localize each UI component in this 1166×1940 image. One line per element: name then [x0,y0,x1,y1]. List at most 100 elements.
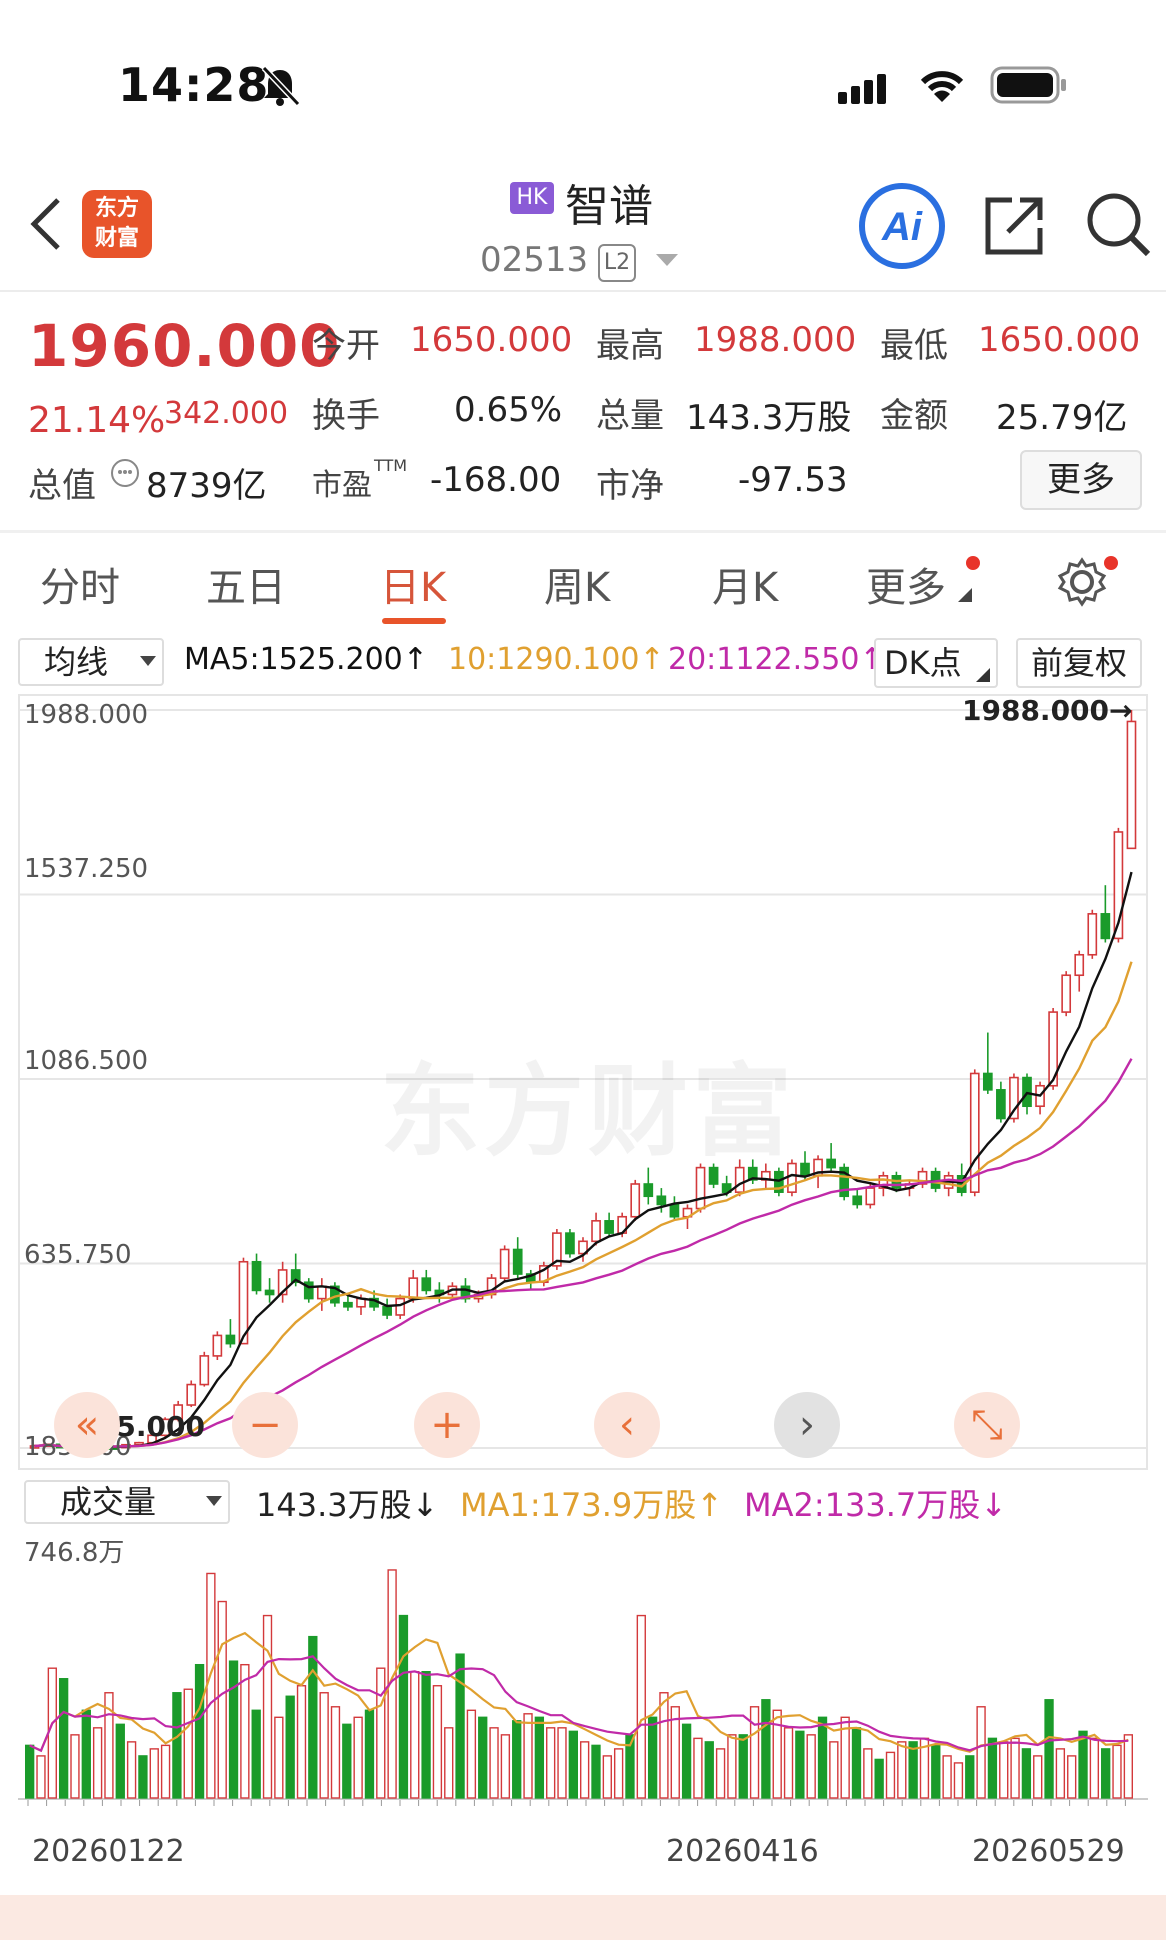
tab-monthly-k[interactable]: 月K [712,555,778,613]
ai-assistant-icon[interactable]: Ai [858,182,946,270]
zoom-in-button[interactable]: + [414,1392,480,1458]
zoom-out-button[interactable]: − [232,1392,298,1458]
volume-bar [217,1600,227,1799]
candle-body [1061,974,1072,1013]
volume-bar [81,1709,91,1799]
candle-body [499,1248,510,1279]
search-icon[interactable] [1084,190,1154,260]
indicator-dropdown-icon [140,656,156,666]
high-label: 最高 [596,326,664,366]
candle-body [199,1355,210,1386]
candle-body [643,1183,654,1198]
market-cap-label: 总值 [28,466,96,506]
pe-value: -168.00 [430,460,562,500]
candle-body [1100,913,1111,940]
volume-bar [308,1635,318,1799]
volume-bar [274,1716,284,1799]
candle-body [512,1248,523,1275]
volume-bar [908,1741,918,1799]
volume-bar [546,1727,556,1799]
volume-bar [783,1727,794,1799]
volume-bar [160,1744,171,1799]
volume-bar [410,1671,420,1799]
share-icon[interactable] [982,194,1046,258]
volume-bar [727,1734,737,1799]
pe-ttm-sup: TTM [374,456,408,475]
volume-bar [172,1692,182,1799]
volume-bar [376,1667,386,1799]
volume-bar [851,1727,862,1799]
low-value: 1650.000 [978,320,1141,360]
tab-more[interactable]: 更多 [866,555,946,613]
fullscreen-button[interactable]: ⤡ [954,1392,1020,1458]
volume-bar [421,1671,431,1799]
open-value: 1650.000 [410,320,573,360]
tab-weekly-k[interactable]: 周K [544,555,610,613]
candle-body [565,1232,575,1255]
y-tick-1: 1988.000 [24,700,149,730]
volume-bar [1101,1748,1111,1799]
volume-bar [70,1734,80,1799]
adjust-select[interactable]: 前复权 [1016,638,1142,688]
volume-bar [715,1748,726,1799]
candle-body [395,1297,406,1316]
volume-bar [1010,1737,1020,1799]
volume-bar [342,1723,352,1799]
volume-bar [976,1706,986,1799]
volume-bar [681,1723,692,1799]
volume-bar [240,1663,250,1799]
indicator-select-label: 均线 [44,643,109,681]
ma20-value: 20:1122.550↑ [668,642,885,677]
volume-chart[interactable] [18,1530,1148,1830]
settings-icon[interactable] [1056,556,1108,608]
active-tab-underline [382,618,446,624]
volume-value: 143.3万股 [686,398,852,438]
status-time: 14:28 [118,58,270,112]
volume-ma2-line [29,1655,1129,1753]
volume-max-label: 746.8万 [24,1538,125,1568]
rewind-button[interactable]: « [54,1392,120,1458]
volume-bar [636,1614,646,1799]
volume-bar [512,1720,522,1799]
tab-more-dot [966,556,980,570]
volume-bar [489,1727,499,1799]
volume-ma1-line [29,1631,1129,1753]
volume-bar [523,1713,533,1799]
volume-bar [126,1741,137,1799]
candle-body [1087,913,1098,956]
volume-bar [285,1695,295,1799]
tab-daily-k[interactable]: 日K [380,555,446,613]
volume-bar [478,1716,488,1799]
open-label: 今开 [312,326,380,366]
wifi-icon [920,71,964,102]
pb-value: -97.53 [738,460,848,500]
scroll-right-button[interactable]: › [774,1392,840,1458]
dk-corner-icon [976,668,990,682]
code-dropdown-icon[interactable] [656,254,678,268]
volume-bar [965,1755,975,1799]
turnover-label: 换手 [312,396,380,436]
volume-bar [647,1716,658,1799]
app-logo: 东方 财富 [82,190,152,258]
back-icon[interactable] [28,196,64,252]
x-tick-2: 20260416 [666,1834,819,1869]
volume-indicator-select[interactable]: 成交量 [24,1480,230,1524]
header-divider [0,290,1166,292]
tab-intraday[interactable]: 分时 [40,555,120,613]
volume-bar [466,1709,477,1799]
volume-bar [897,1741,907,1799]
quote-divider [0,530,1166,533]
more-quote-button[interactable]: 更多 [1020,450,1142,510]
volume-bar [330,1706,341,1799]
volume-bar [92,1727,103,1799]
tab-more-corner-icon [958,588,972,602]
volume-bar [795,1730,805,1799]
candle-body [421,1277,432,1292]
privacy-icon[interactable] [110,458,140,488]
high-value: 1988.000 [694,320,857,360]
scroll-left-button[interactable]: ‹ [594,1392,660,1458]
volume-bar [806,1734,816,1799]
tab-five-day[interactable]: 五日 [206,555,286,613]
market-cap-value: 8739亿 [146,466,267,506]
candle-body [225,1334,236,1345]
